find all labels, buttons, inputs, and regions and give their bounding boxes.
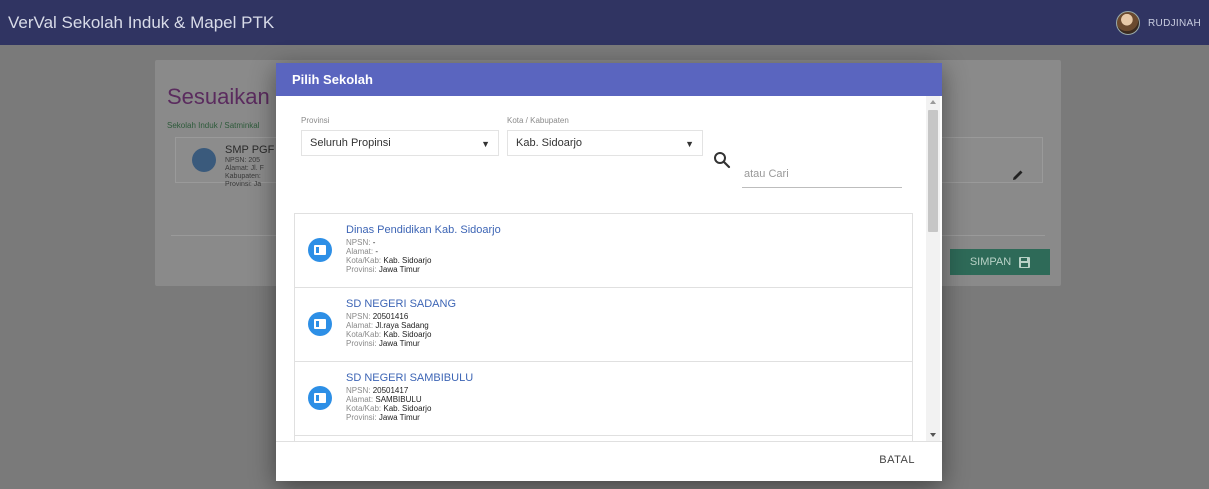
school-npsn: NPSN: - — [346, 238, 376, 247]
dialog-body: Provinsi Seluruh Propinsi ▼ Kota / Kabup… — [276, 96, 942, 441]
pencil-icon[interactable] — [1011, 168, 1025, 182]
current-school-provinsi: Provinsi: Ja — [225, 181, 262, 188]
provinsi-select[interactable]: Seluruh Propinsi ▼ — [301, 130, 499, 156]
current-school-kabupaten: Kabupaten: — [225, 173, 261, 180]
app-bar: VerVal Sekolah Induk & Mapel PTK RUDJINA… — [0, 0, 1209, 45]
scroll-up-arrow-icon[interactable] — [930, 100, 936, 104]
floppy-icon — [1019, 256, 1031, 268]
school-name: SD NEGERI SADANG — [346, 298, 457, 310]
chevron-down-icon: ▼ — [481, 139, 490, 149]
current-school-alamat: Alamat: Jl. F — [225, 165, 264, 172]
pilih-sekolah-dialog: Pilih Sekolah Provinsi Seluruh Propinsi … — [276, 63, 942, 481]
provinsi-value: Seluruh Propinsi — [310, 137, 391, 149]
username: RUDJINAH — [1148, 17, 1201, 29]
app-title: VerVal Sekolah Induk & Mapel PTK — [8, 12, 275, 32]
avatar[interactable] — [1116, 11, 1141, 35]
save-button[interactable]: SIMPAN — [950, 249, 1050, 275]
cancel-button[interactable]: BATAL — [879, 454, 915, 466]
school-alamat: Alamat: - — [346, 247, 379, 256]
school-icon — [192, 148, 216, 172]
save-label: SIMPAN — [969, 256, 1012, 268]
current-school-name: SMP PGF — [225, 144, 275, 156]
school-npsn: NPSN: 20501417 — [346, 386, 409, 395]
kota-value: Kab. Sidoarjo — [516, 137, 583, 149]
scroll-down-arrow-icon[interactable] — [930, 433, 936, 437]
section-subheading: Sekolah Induk / Satminkal — [167, 121, 260, 130]
school-provinsi: Provinsi: Jawa Timur — [346, 339, 420, 348]
school-provinsi: Provinsi: Jawa Timur — [346, 413, 420, 422]
dialog-footer: BATAL — [276, 441, 942, 481]
school-name: SD NEGERI SAMBIBULU — [346, 372, 474, 384]
school-list-item[interactable]: SD NEGERI SADANG NPSN: 20501416 Alamat: Jl… — [295, 288, 912, 362]
school-kota: Kota/Kab: Kab. Sidoarjo — [346, 404, 432, 413]
kota-label: Kota / Kabupaten — [507, 116, 569, 125]
school-alamat: Alamat: Jl.raya Sadang — [346, 321, 429, 330]
kota-select[interactable]: Kab. Sidoarjo ▼ — [507, 130, 703, 156]
school-npsn: NPSN: 20501416 — [346, 312, 409, 321]
search-input[interactable] — [742, 160, 902, 188]
provinsi-label: Provinsi — [301, 116, 330, 125]
school-icon — [308, 312, 332, 336]
dialog-title: Pilih Sekolah — [292, 72, 373, 87]
school-kota: Kota/Kab: Kab. Sidoarjo — [346, 330, 432, 339]
scrollbar[interactable] — [926, 96, 940, 441]
school-icon — [308, 386, 332, 410]
school-icon — [308, 238, 332, 262]
school-list: Dinas Pendidikan Kab. Sidoarjo NPSN: - Ala… — [294, 213, 913, 441]
school-name: Dinas Pendidikan Kab. Sidoarjo — [346, 224, 501, 236]
dialog-header: Pilih Sekolah — [276, 63, 942, 96]
school-list-item[interactable]: SD NEGERI SAMBIBULU NPSN: 20501417 Alamat:… — [295, 362, 912, 436]
school-list-item[interactable]: Dinas Pendidikan Kab. Sidoarjo NPSN: - Ala… — [295, 214, 912, 288]
current-school-npsn: NPSN: 205 — [225, 157, 261, 164]
search-icon[interactable] — [713, 151, 731, 169]
school-provinsi: Provinsi: Jawa Timur — [346, 265, 420, 274]
scrollbar-thumb[interactable] — [928, 110, 938, 232]
school-alamat: Alamat: SAMBIBULU — [346, 395, 422, 404]
school-kota: Kota/Kab: Kab. Sidoarjo — [346, 256, 432, 265]
user-menu[interactable]: RUDJINAH — [1116, 11, 1201, 35]
chevron-down-icon: ▼ — [685, 139, 694, 149]
